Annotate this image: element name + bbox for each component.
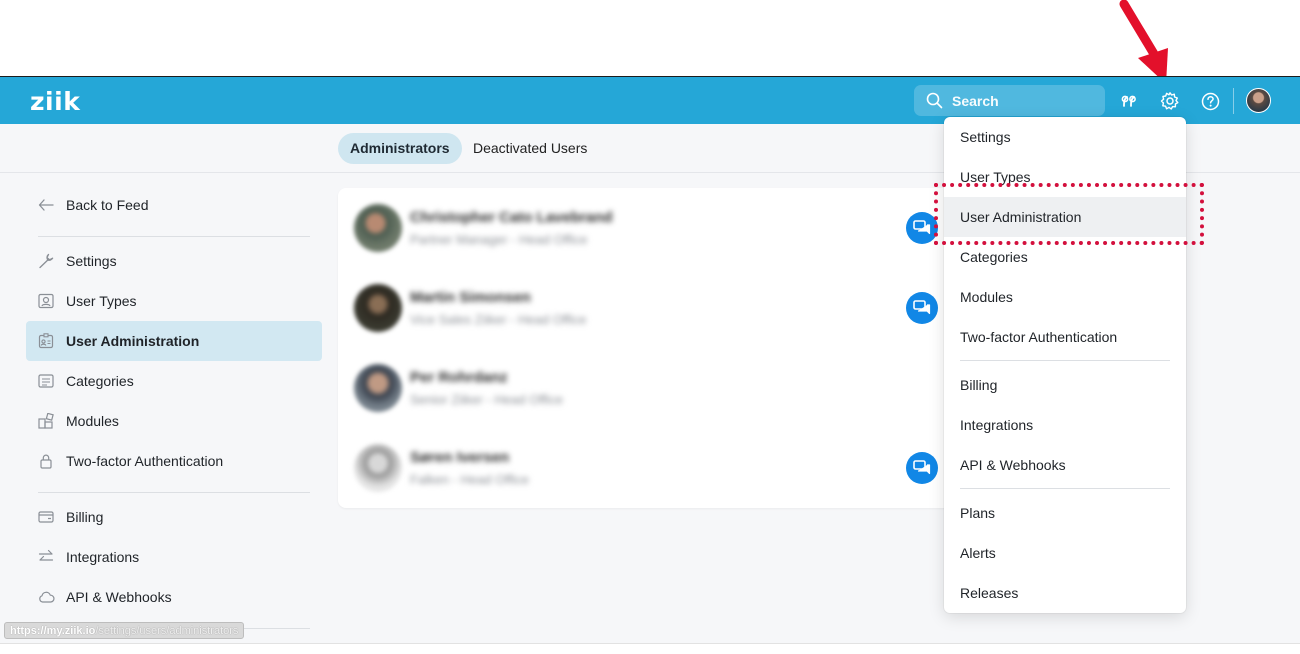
menu-item-two-factor-authentication[interactable]: Two-factor Authentication <box>944 317 1186 357</box>
user-card-icon <box>26 293 66 309</box>
sidebar-item-label: User Types <box>66 293 137 309</box>
quote-icon[interactable] <box>1119 90 1141 112</box>
list-item[interactable]: Søren Iversen Falken - Head Office <box>338 428 958 508</box>
chat-button[interactable] <box>906 292 938 324</box>
menu-item-alerts[interactable]: Alerts <box>944 533 1186 573</box>
cloud-icon <box>26 590 66 604</box>
menu-item-releases[interactable]: Releases <box>944 573 1186 613</box>
menu-divider <box>960 488 1170 489</box>
topbar-divider <box>1233 88 1234 114</box>
admin-role: Partner Manager - Head Office <box>410 232 588 247</box>
menu-item-plans[interactable]: Plans <box>944 493 1186 533</box>
admin-role: Vice Sales Ziiker - Head Office <box>410 312 587 327</box>
search-icon <box>926 92 943 109</box>
annotation-arrow <box>1119 0 1168 84</box>
gear-icon[interactable] <box>1159 90 1181 112</box>
admin-role: Senior Ziiker - Head Office <box>410 392 563 407</box>
sidebar-item-label: Integrations <box>66 549 140 565</box>
sidebar-item-two-factor-authentication[interactable]: Two-factor Authentication <box>26 441 322 481</box>
admin-name: Christopher Cato Lavebrand <box>410 209 613 226</box>
sidebar-item-settings[interactable]: Settings <box>26 241 322 281</box>
sidebar-item-user-administration[interactable]: User Administration <box>26 321 322 361</box>
categories-icon <box>26 373 66 389</box>
status-url-path: /settings/users/administrators <box>95 625 239 637</box>
tab-administrators[interactable]: Administrators <box>338 133 462 164</box>
chat-button[interactable] <box>906 452 938 484</box>
wrench-icon <box>26 253 66 269</box>
menu-item-settings[interactable]: Settings <box>944 117 1186 157</box>
avatar[interactable] <box>1246 88 1271 113</box>
sidebar-item-label: Back to Feed <box>66 197 149 213</box>
admin-name: Per Rohrdanz <box>410 369 508 386</box>
sidebar-item-api-webhooks[interactable]: API & Webhooks <box>26 577 322 617</box>
sidebar-item-label: Settings <box>66 253 117 269</box>
chat-icon <box>913 460 931 475</box>
lock-icon <box>26 453 66 469</box>
admin-name: Søren Iversen <box>410 449 510 466</box>
sidebar-divider <box>38 492 310 493</box>
sidebar-item-modules[interactable]: Modules <box>26 401 322 441</box>
list-item[interactable]: Per Rohrdanz Senior Ziiker - Head Office <box>338 348 958 428</box>
admin-name: Martin Simonsen <box>410 289 531 306</box>
chat-icon <box>913 300 931 315</box>
modules-icon <box>26 413 66 429</box>
menu-item-api-webhooks[interactable]: API & Webhooks <box>944 445 1186 485</box>
sidebar-item-integrations[interactable]: Integrations <box>26 537 322 577</box>
sidebar-item-label: Billing <box>66 509 104 525</box>
sidebar-divider <box>38 236 310 237</box>
wallet-icon <box>26 509 66 525</box>
menu-item-integrations[interactable]: Integrations <box>944 405 1186 445</box>
sidebar-item-label: API & Webhooks <box>66 589 172 605</box>
status-url-host: https://my.ziik.io <box>10 625 96 637</box>
sidebar-item-label: Categories <box>66 373 134 389</box>
sidebar-item-label: Modules <box>66 413 119 429</box>
avatar <box>354 284 402 332</box>
sidebar-item-categories[interactable]: Categories <box>26 361 322 401</box>
menu-item-modules[interactable]: Modules <box>944 277 1186 317</box>
sidebar-item-billing[interactable]: Billing <box>26 497 322 537</box>
avatar <box>354 444 402 492</box>
sidebar-item-user-types[interactable]: User Types <box>26 281 322 321</box>
ziik-logo[interactable]: ziik <box>30 87 80 116</box>
avatar <box>354 204 402 252</box>
id-badge-icon <box>26 333 66 349</box>
search-box[interactable] <box>914 85 1105 116</box>
menu-item-billing[interactable]: Billing <box>944 365 1186 405</box>
tab-deactivated-users[interactable]: Deactivated Users <box>461 133 599 164</box>
admin-role: Falken - Head Office <box>410 472 529 487</box>
sidebar-item-label: Two-factor Authentication <box>66 453 224 469</box>
chat-icon <box>913 220 931 235</box>
arrows-exchange-icon <box>26 549 66 565</box>
sidebar-item-label: User Administration <box>66 333 200 349</box>
menu-divider <box>960 360 1170 361</box>
status-bar-url: https://my.ziik.io/settings/users/admini… <box>4 622 245 639</box>
administrators-list: Christopher Cato Lavebrand Partner Manag… <box>338 188 958 508</box>
back-arrow-icon <box>26 199 66 211</box>
list-item[interactable]: Christopher Cato Lavebrand Partner Manag… <box>338 188 958 268</box>
app-window: ziik Search Administrators Deactivated U… <box>0 76 1300 644</box>
annotation-highlight-box <box>934 183 1204 245</box>
help-icon[interactable] <box>1199 90 1221 112</box>
search-input[interactable] <box>952 85 1092 116</box>
avatar <box>354 364 402 412</box>
sidebar-item-back-to-feed[interactable]: Back to Feed <box>26 185 322 225</box>
list-item[interactable]: Martin Simonsen Vice Sales Ziiker - Head… <box>338 268 958 348</box>
